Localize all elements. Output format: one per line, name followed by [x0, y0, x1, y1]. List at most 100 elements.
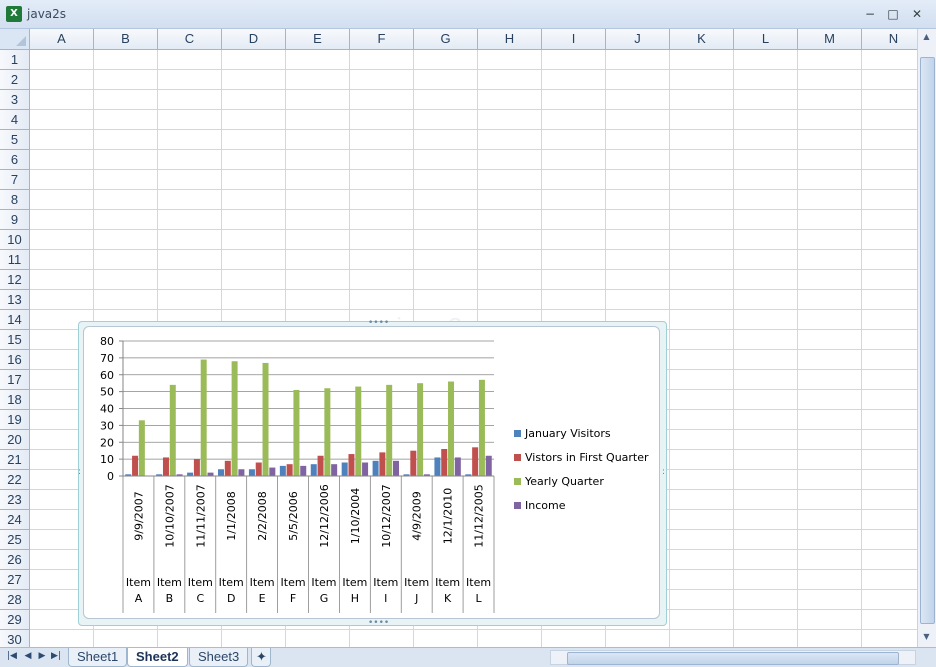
- vertical-scrollbar[interactable]: ▲ ▼: [917, 29, 936, 647]
- sheet-tab-sheet1[interactable]: Sheet1: [68, 648, 128, 667]
- x-letter-label: F: [290, 592, 296, 605]
- row-header-29[interactable]: 29: [0, 610, 30, 630]
- column-header-k[interactable]: K: [670, 29, 734, 50]
- row-header-13[interactable]: 13: [0, 290, 30, 310]
- close-button[interactable]: ✕: [909, 7, 925, 21]
- bar-yearly-quarter: [386, 384, 393, 476]
- y-tick-label: 0: [107, 470, 114, 483]
- x-item-label: Item: [373, 576, 398, 589]
- last-sheet-icon[interactable]: ▶|: [50, 651, 62, 661]
- scroll-up-icon[interactable]: ▲: [919, 30, 934, 44]
- row-header-4[interactable]: 4: [0, 110, 30, 130]
- sheet-tab-sheet2[interactable]: Sheet2: [127, 648, 188, 667]
- row-header-17[interactable]: 17: [0, 370, 30, 390]
- row-header-9[interactable]: 9: [0, 210, 30, 230]
- x-item-label: Item: [404, 576, 429, 589]
- row-header-18[interactable]: 18: [0, 390, 30, 410]
- insert-sheet-icon[interactable]: ✦: [251, 648, 271, 667]
- bar-vistors-in-first-quarter: [255, 462, 262, 476]
- title-bar: X java2s − □ ✕: [0, 0, 936, 29]
- row-header-6[interactable]: 6: [0, 150, 30, 170]
- bar-vistors-in-first-quarter: [224, 460, 231, 476]
- bar-vistors-in-first-quarter: [472, 447, 479, 476]
- chart[interactable]: •••• •••• : : 0 10 20 30 40 50 60 70 80 9/9/2007 I…: [78, 319, 667, 628]
- row-header-30[interactable]: 30: [0, 630, 30, 647]
- column-header-g[interactable]: G: [414, 29, 478, 50]
- row-header-19[interactable]: 19: [0, 410, 30, 430]
- row-header-15[interactable]: 15: [0, 330, 30, 350]
- row-header-1[interactable]: 1: [0, 50, 30, 70]
- bar-january-visitors: [187, 472, 194, 476]
- column-header-a[interactable]: A: [30, 29, 94, 50]
- bar-income: [331, 464, 338, 476]
- column-header-d[interactable]: D: [222, 29, 286, 50]
- sheet-tab-sheet3[interactable]: Sheet3: [189, 648, 249, 667]
- next-sheet-icon[interactable]: ▶: [36, 651, 48, 661]
- bar-january-visitors: [279, 465, 286, 476]
- bar-january-visitors: [341, 462, 348, 476]
- column-header-f[interactable]: F: [350, 29, 414, 50]
- bar-vistors-in-first-quarter: [348, 454, 355, 476]
- row-header-26[interactable]: 26: [0, 550, 30, 570]
- column-header-e[interactable]: E: [286, 29, 350, 50]
- prev-sheet-icon[interactable]: ◀: [22, 651, 34, 661]
- column-header-n[interactable]: N: [862, 29, 917, 50]
- bar-yearly-quarter: [262, 362, 269, 476]
- column-header-c[interactable]: C: [158, 29, 222, 50]
- row-header-11[interactable]: 11: [0, 250, 30, 270]
- row-header-8[interactable]: 8: [0, 190, 30, 210]
- row-header-27[interactable]: 27: [0, 570, 30, 590]
- column-header-b[interactable]: B: [94, 29, 158, 50]
- row-header-21[interactable]: 21: [0, 450, 30, 470]
- excel-icon: X: [6, 6, 22, 22]
- y-tick-label: 80: [100, 335, 114, 348]
- first-sheet-icon[interactable]: |◀: [6, 651, 18, 661]
- x-date-label: 10/10/2007: [163, 484, 176, 547]
- row-header-16[interactable]: 16: [0, 350, 30, 370]
- row-header-24[interactable]: 24: [0, 510, 30, 530]
- legend-swatch: [514, 478, 521, 485]
- x-date-label: 11/12/2005: [473, 484, 486, 547]
- column-header-j[interactable]: J: [606, 29, 670, 50]
- bar-vistors-in-first-quarter: [317, 455, 324, 476]
- column-header-l[interactable]: L: [734, 29, 798, 50]
- row-header-2[interactable]: 2: [0, 70, 30, 90]
- row-header-28[interactable]: 28: [0, 590, 30, 610]
- column-header-m[interactable]: M: [798, 29, 862, 50]
- row-header-25[interactable]: 25: [0, 530, 30, 550]
- x-item-label: Item: [126, 576, 151, 589]
- legend-swatch: [514, 454, 521, 461]
- row-header-14[interactable]: 14: [0, 310, 30, 330]
- vertical-scroll-thumb[interactable]: [920, 57, 935, 624]
- bar-income: [454, 457, 461, 476]
- column-header-i[interactable]: I: [542, 29, 606, 50]
- x-letter-label: A: [135, 592, 143, 605]
- row-header-12[interactable]: 12: [0, 270, 30, 290]
- horizontal-scrollbar[interactable]: [550, 650, 916, 665]
- restore-button[interactable]: □: [885, 7, 901, 21]
- row-header-23[interactable]: 23: [0, 490, 30, 510]
- column-header-h[interactable]: H: [478, 29, 542, 50]
- x-item-label: Item: [435, 576, 460, 589]
- row-header-22[interactable]: 22: [0, 470, 30, 490]
- row-header-7[interactable]: 7: [0, 170, 30, 190]
- row-header-10[interactable]: 10: [0, 230, 30, 250]
- bar-vistors-in-first-quarter: [441, 449, 448, 476]
- x-date-label: 12/12/2006: [318, 484, 331, 547]
- minimize-button[interactable]: −: [862, 7, 878, 21]
- scroll-down-icon[interactable]: ▼: [919, 630, 934, 644]
- x-item-label: Item: [157, 576, 182, 589]
- x-letter-label: H: [351, 592, 359, 605]
- legend-label: Income: [525, 499, 566, 512]
- legend-label: Vistors in First Quarter: [525, 451, 649, 464]
- bar-january-visitors: [372, 460, 379, 476]
- bar-vistors-in-first-quarter: [132, 455, 139, 476]
- legend-swatch: [514, 502, 521, 509]
- row-header-20[interactable]: 20: [0, 430, 30, 450]
- x-letter-label: G: [320, 592, 329, 605]
- select-all-corner[interactable]: [0, 29, 30, 50]
- row-header-3[interactable]: 3: [0, 90, 30, 110]
- row-header-5[interactable]: 5: [0, 130, 30, 150]
- horizontal-scroll-thumb[interactable]: [567, 652, 899, 665]
- x-item-label: Item: [342, 576, 367, 589]
